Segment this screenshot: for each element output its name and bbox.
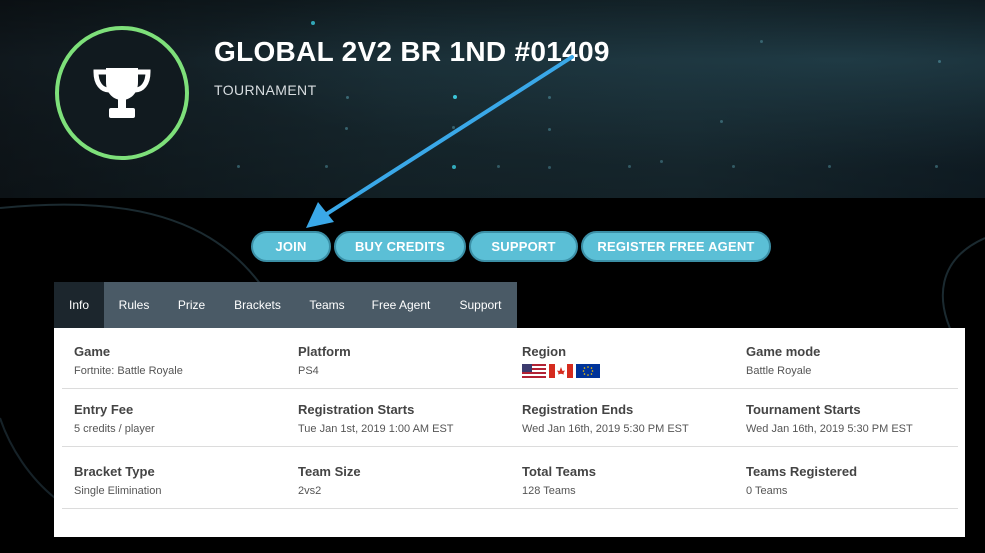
info-value: 128 Teams [522, 485, 576, 497]
ca-flag-icon [549, 364, 573, 378]
info-value: 0 Teams [746, 485, 788, 497]
info-value: 5 credits / player [74, 423, 155, 435]
info-value: Wed Jan 16th, 2019 5:30 PM EST [522, 423, 689, 435]
tab-prize[interactable]: Prize [164, 282, 219, 328]
info-value: PS4 [298, 365, 319, 377]
tournament-title: GLOBAL 2V2 BR 1ND #01409 [214, 36, 610, 67]
info-label: Region [522, 344, 567, 359]
info-row: Bracket Type Single Elimination Team Siz… [62, 448, 958, 509]
register-free-agent-button[interactable]: REGISTER FREE AGENT [581, 231, 771, 262]
info-value: Single Elimination [74, 485, 162, 497]
info-value: Wed Jan 16th, 2019 5:30 PM EST [746, 423, 913, 435]
info-label: Platform [298, 344, 351, 359]
us-flag-icon [522, 364, 546, 378]
tournament-tabs: Info Rules Prize Brackets Teams Free Age… [54, 282, 517, 328]
info-value: 2vs2 [298, 485, 322, 497]
tab-free-agent[interactable]: Free Agent [358, 282, 444, 328]
tab-teams[interactable]: Teams [296, 282, 358, 328]
info-value: Fortnite: Battle Royale [74, 365, 183, 377]
region-flags [522, 364, 600, 378]
join-button[interactable]: JOIN [251, 231, 331, 262]
tab-support[interactable]: Support [444, 282, 517, 328]
tab-brackets[interactable]: Brackets [219, 282, 296, 328]
info-label: Game mode [746, 344, 821, 359]
eu-flag-icon [576, 364, 600, 378]
tab-rules[interactable]: Rules [104, 282, 164, 328]
action-buttons: JOIN BUY CREDITS SUPPORT REGISTER FREE A… [251, 231, 771, 262]
trophy-icon [93, 68, 151, 118]
tournament-badge [55, 26, 189, 160]
info-label: Game [74, 344, 111, 359]
info-label: Teams Registered [746, 464, 858, 479]
info-label: Total Teams [522, 464, 596, 479]
info-value: Tue Jan 1st, 2019 1:00 AM EST [298, 423, 454, 435]
info-label: Bracket Type [74, 464, 155, 479]
buy-credits-button[interactable]: BUY CREDITS [334, 231, 466, 262]
tab-info[interactable]: Info [54, 282, 104, 328]
info-label: Entry Fee [74, 402, 134, 417]
info-label: Tournament Starts [746, 402, 861, 417]
info-label: Registration Starts [298, 402, 415, 417]
tournament-info-panel: Game Fortnite: Battle Royale Platform PS… [54, 328, 965, 537]
info-value: Battle Royale [746, 365, 812, 377]
info-label: Registration Ends [522, 402, 634, 417]
tournament-subtitle: TOURNAMENT [214, 82, 317, 98]
info-row: Entry Fee 5 credits / player Registratio… [62, 386, 958, 447]
support-button[interactable]: SUPPORT [469, 231, 578, 262]
info-label: Team Size [298, 464, 361, 479]
info-row: Game Fortnite: Battle Royale Platform PS… [62, 328, 958, 389]
